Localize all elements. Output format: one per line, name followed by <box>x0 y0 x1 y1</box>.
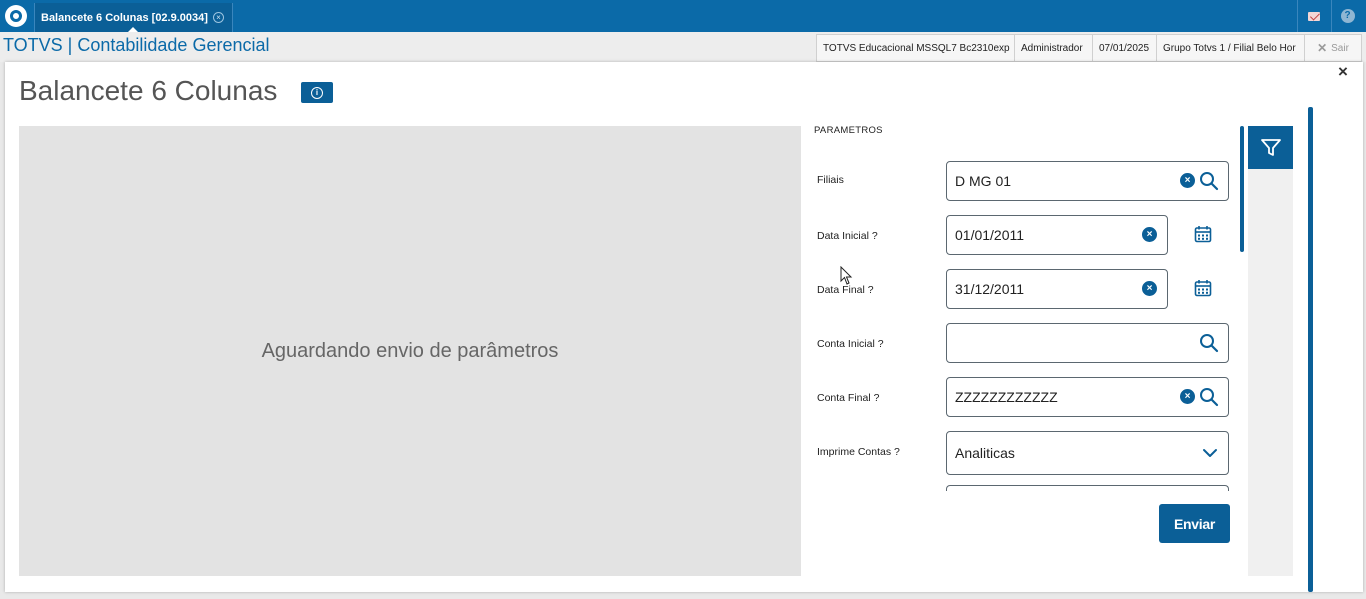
help-icon: ? <box>1340 9 1355 23</box>
data-inicial-label: Data Inicial ? <box>817 230 878 242</box>
app-header: TOTVS | Contabilidade Gerencial TOTVS Ed… <box>0 32 1366 62</box>
filiais-label: Filiais <box>817 174 844 186</box>
branch-cell[interactable]: Grupo Totvs 1 / Filial Belo Hor <box>1156 34 1304 62</box>
app-title: TOTVS | Contabilidade Gerencial <box>3 35 270 55</box>
data-inicial-input[interactable]: 01/01/2011 × <box>946 215 1168 255</box>
filiais-input[interactable]: D MG 01 × <box>946 161 1229 201</box>
info-button[interactable]: i <box>301 82 333 103</box>
data-inicial-value: 01/01/2011 <box>955 227 1025 243</box>
chevron-down-icon <box>1203 449 1217 457</box>
enviar-button[interactable]: Enviar <box>1159 504 1230 543</box>
filter-button[interactable] <box>1248 126 1293 169</box>
conta-inicial-input[interactable] <box>946 323 1229 363</box>
conta-final-input[interactable]: ZZZZZZZZZZZZ × <box>946 377 1229 417</box>
imprime-contas-label: Imprime Contas ? <box>817 446 900 458</box>
tab-label: Balancete 6 Colunas [02.9.0034] <box>41 11 208 24</box>
imprime-contas-value: Analiticas <box>955 445 1015 461</box>
search-icon[interactable] <box>1199 387 1219 407</box>
data-final-input[interactable]: 31/12/2011 × <box>946 269 1168 309</box>
filter-icon <box>1260 138 1281 156</box>
params-scrollbar[interactable] <box>1240 126 1244 252</box>
tab-balancete[interactable]: Balancete 6 Colunas [02.9.0034] × <box>34 3 233 33</box>
environment-cell[interactable]: TOTVS Educacional MSSQL7 Bc2310exp <box>816 34 1014 62</box>
help-button[interactable]: ? <box>1331 0 1363 32</box>
clear-icon[interactable]: × <box>1180 389 1195 404</box>
report-dialog: × Balancete 6 Colunas i Aguardando envio… <box>5 62 1363 592</box>
clear-icon[interactable]: × <box>1142 227 1157 242</box>
conta-inicial-label: Conta Inicial ? <box>817 338 884 350</box>
calendar-icon[interactable] <box>1194 225 1212 243</box>
search-icon[interactable] <box>1199 171 1219 191</box>
session-info: TOTVS Educacional MSSQL7 Bc2310exp Admin… <box>816 34 1362 62</box>
conta-final-value: ZZZZZZZZZZZZ <box>955 389 1058 405</box>
exit-button[interactable]: ✕ Sair <box>1304 34 1362 62</box>
user-cell[interactable]: Administrador <box>1014 34 1092 62</box>
filter-panel <box>1248 126 1293 576</box>
tab-close-icon[interactable]: × <box>212 12 224 23</box>
messages-button[interactable] <box>1297 0 1329 32</box>
mouse-cursor-icon <box>840 266 853 285</box>
calendar-icon[interactable] <box>1194 279 1212 297</box>
exit-icon: ✕ <box>1317 41 1328 55</box>
params-section-title: PARAMETROS <box>814 125 883 136</box>
dialog-close-icon[interactable]: × <box>1338 62 1348 82</box>
conta-final-label: Conta Final ? <box>817 392 880 404</box>
filiais-value: D MG 01 <box>955 173 1012 189</box>
info-icon: i <box>311 86 323 99</box>
search-icon[interactable] <box>1199 333 1219 353</box>
next-field-partial[interactable] <box>946 485 1229 491</box>
preview-message: Aguardando envio de parâmetros <box>261 339 559 362</box>
clear-icon[interactable]: × <box>1142 281 1157 296</box>
report-preview-area: Aguardando envio de parâmetros <box>19 126 801 576</box>
mail-icon <box>1307 11 1320 21</box>
totvs-logo-icon[interactable] <box>0 0 32 32</box>
data-final-value: 31/12/2011 <box>955 281 1025 297</box>
page-title: Balancete 6 Colunas <box>19 75 278 106</box>
date-cell[interactable]: 07/01/2025 <box>1092 34 1156 62</box>
top-bar: Balancete 6 Colunas [02.9.0034] × ? <box>0 0 1366 33</box>
imprime-contas-select[interactable]: Analiticas <box>946 431 1229 475</box>
clear-icon[interactable]: × <box>1180 173 1195 188</box>
dialog-scrollbar[interactable] <box>1308 107 1313 592</box>
exit-label: Sair <box>1331 42 1349 54</box>
